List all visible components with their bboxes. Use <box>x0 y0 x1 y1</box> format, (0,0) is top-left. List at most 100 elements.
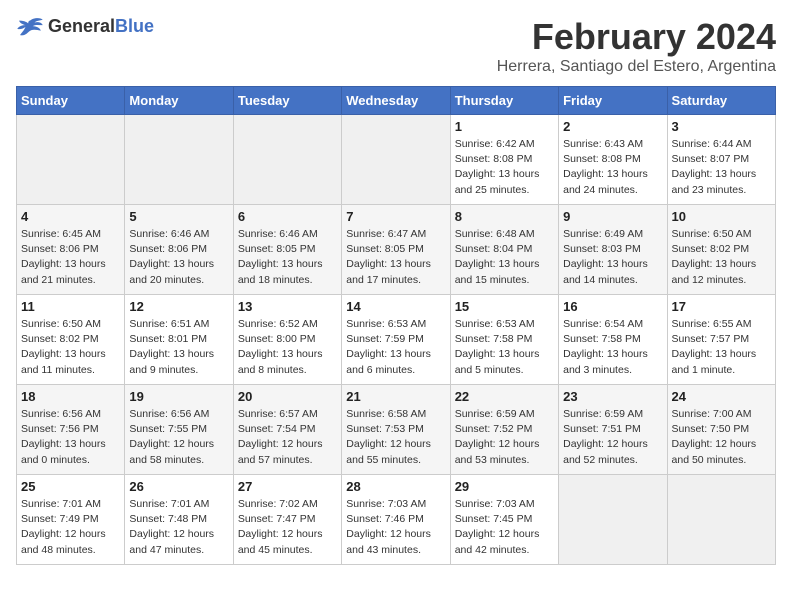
calendar-cell: 2Sunrise: 6:43 AM Sunset: 8:08 PM Daylig… <box>559 115 667 205</box>
day-number: 8 <box>455 209 554 224</box>
day-number: 26 <box>129 479 228 494</box>
day-of-week-header: Monday <box>125 87 233 115</box>
day-number: 28 <box>346 479 445 494</box>
days-header-row: SundayMondayTuesdayWednesdayThursdayFrid… <box>17 87 776 115</box>
header: GeneralBlue February 2024 Herrera, Santi… <box>16 16 776 76</box>
day-info: Sunrise: 6:46 AM Sunset: 8:05 PM Dayligh… <box>238 227 337 288</box>
logo: GeneralBlue <box>16 16 154 37</box>
calendar-cell: 20 Sunrise: 6:57 AM Sunset: 7:54 PM Dayli… <box>233 385 341 475</box>
day-info: Sunrise: 6:51 AM Sunset: 8:01 PM Dayligh… <box>129 317 228 378</box>
day-info: Sunrise: 6:53 AM Sunset: 7:58 PM Dayligh… <box>455 317 554 378</box>
day-of-week-header: Saturday <box>667 87 775 115</box>
day-info: Sunrise: 6:55 AM Sunset: 7:57 PM Dayligh… <box>672 317 771 378</box>
calendar-cell: 11Sunrise: 6:50 AM Sunset: 8:02 PM Dayli… <box>17 295 125 385</box>
calendar-cell: 18 Sunrise: 6:56 AM Sunset: 7:56 PM Dayli… <box>17 385 125 475</box>
calendar-cell: 29 Sunrise: 7:03 AM Sunset: 7:45 PM Dayli… <box>450 475 558 565</box>
day-info: Sunrise: 6:47 AM Sunset: 8:05 PM Dayligh… <box>346 227 445 288</box>
logo-text-blue: Blue <box>115 16 154 36</box>
day-number: 18 <box>21 389 120 404</box>
calendar-cell: 5Sunrise: 6:46 AM Sunset: 8:06 PM Daylig… <box>125 205 233 295</box>
day-of-week-header: Sunday <box>17 87 125 115</box>
calendar-cell: 6 Sunrise: 6:46 AM Sunset: 8:05 PM Daylig… <box>233 205 341 295</box>
day-number: 14 <box>346 299 445 314</box>
day-number: 10 <box>672 209 771 224</box>
day-number: 29 <box>455 479 554 494</box>
calendar-cell: 7Sunrise: 6:47 AM Sunset: 8:05 PM Daylig… <box>342 205 450 295</box>
day-info: Sunrise: 6:59 AM Sunset: 7:51 PM Dayligh… <box>563 407 662 468</box>
day-number: 9 <box>563 209 662 224</box>
day-info: Sunrise: 6:42 AM Sunset: 8:08 PM Dayligh… <box>455 137 554 198</box>
calendar-cell <box>667 475 775 565</box>
day-info: Sunrise: 6:44 AM Sunset: 8:07 PM Dayligh… <box>672 137 771 198</box>
calendar-cell <box>125 115 233 205</box>
calendar-week-row: 18 Sunrise: 6:56 AM Sunset: 7:56 PM Dayli… <box>17 385 776 475</box>
calendar-cell: 27Sunrise: 7:02 AM Sunset: 7:47 PM Dayli… <box>233 475 341 565</box>
calendar-cell: 16 Sunrise: 6:54 AM Sunset: 7:58 PM Dayli… <box>559 295 667 385</box>
calendar-cell: 8Sunrise: 6:48 AM Sunset: 8:04 PM Daylig… <box>450 205 558 295</box>
day-info: Sunrise: 6:49 AM Sunset: 8:03 PM Dayligh… <box>563 227 662 288</box>
calendar-cell: 19 Sunrise: 6:56 AM Sunset: 7:55 PM Dayli… <box>125 385 233 475</box>
calendar-week-row: 25 Sunrise: 7:01 AM Sunset: 7:49 PM Dayli… <box>17 475 776 565</box>
calendar-cell: 22 Sunrise: 6:59 AM Sunset: 7:52 PM Dayli… <box>450 385 558 475</box>
day-info: Sunrise: 7:01 AM Sunset: 7:49 PM Dayligh… <box>21 497 120 558</box>
day-number: 24 <box>672 389 771 404</box>
calendar-week-row: 1 Sunrise: 6:42 AM Sunset: 8:08 PM Daylig… <box>17 115 776 205</box>
day-number: 22 <box>455 389 554 404</box>
title-area: February 2024 Herrera, Santiago del Este… <box>497 16 776 76</box>
day-info: Sunrise: 6:56 AM Sunset: 7:56 PM Dayligh… <box>21 407 120 468</box>
day-number: 6 <box>238 209 337 224</box>
day-of-week-header: Thursday <box>450 87 558 115</box>
calendar-cell <box>17 115 125 205</box>
calendar-header: SundayMondayTuesdayWednesdayThursdayFrid… <box>17 87 776 115</box>
day-info: Sunrise: 7:03 AM Sunset: 7:46 PM Dayligh… <box>346 497 445 558</box>
calendar-cell: 13 Sunrise: 6:52 AM Sunset: 8:00 PM Dayli… <box>233 295 341 385</box>
day-number: 21 <box>346 389 445 404</box>
calendar-cell: 17 Sunrise: 6:55 AM Sunset: 7:57 PM Dayli… <box>667 295 775 385</box>
day-info: Sunrise: 6:52 AM Sunset: 8:00 PM Dayligh… <box>238 317 337 378</box>
calendar-cell: 12 Sunrise: 6:51 AM Sunset: 8:01 PM Dayli… <box>125 295 233 385</box>
day-number: 17 <box>672 299 771 314</box>
day-info: Sunrise: 6:59 AM Sunset: 7:52 PM Dayligh… <box>455 407 554 468</box>
day-number: 19 <box>129 389 228 404</box>
calendar-cell <box>559 475 667 565</box>
day-number: 20 <box>238 389 337 404</box>
logo-bird-icon <box>16 17 44 37</box>
calendar-week-row: 4 Sunrise: 6:45 AM Sunset: 8:06 PM Daylig… <box>17 205 776 295</box>
day-info: Sunrise: 6:43 AM Sunset: 8:08 PM Dayligh… <box>563 137 662 198</box>
calendar-cell: 24 Sunrise: 7:00 AM Sunset: 7:50 PM Dayli… <box>667 385 775 475</box>
day-info: Sunrise: 7:03 AM Sunset: 7:45 PM Dayligh… <box>455 497 554 558</box>
calendar-cell: 23Sunrise: 6:59 AM Sunset: 7:51 PM Dayli… <box>559 385 667 475</box>
day-number: 1 <box>455 119 554 134</box>
calendar-cell <box>233 115 341 205</box>
day-number: 5 <box>129 209 228 224</box>
day-of-week-header: Tuesday <box>233 87 341 115</box>
day-info: Sunrise: 7:01 AM Sunset: 7:48 PM Dayligh… <box>129 497 228 558</box>
day-number: 13 <box>238 299 337 314</box>
calendar-cell: 15 Sunrise: 6:53 AM Sunset: 7:58 PM Dayli… <box>450 295 558 385</box>
calendar-cell: 21Sunrise: 6:58 AM Sunset: 7:53 PM Dayli… <box>342 385 450 475</box>
location-subtitle: Herrera, Santiago del Estero, Argentina <box>497 58 776 76</box>
day-info: Sunrise: 6:57 AM Sunset: 7:54 PM Dayligh… <box>238 407 337 468</box>
day-info: Sunrise: 6:50 AM Sunset: 8:02 PM Dayligh… <box>672 227 771 288</box>
day-number: 3 <box>672 119 771 134</box>
day-number: 11 <box>21 299 120 314</box>
day-info: Sunrise: 7:02 AM Sunset: 7:47 PM Dayligh… <box>238 497 337 558</box>
day-info: Sunrise: 6:53 AM Sunset: 7:59 PM Dayligh… <box>346 317 445 378</box>
day-info: Sunrise: 6:45 AM Sunset: 8:06 PM Dayligh… <box>21 227 120 288</box>
day-number: 15 <box>455 299 554 314</box>
day-info: Sunrise: 6:56 AM Sunset: 7:55 PM Dayligh… <box>129 407 228 468</box>
day-number: 4 <box>21 209 120 224</box>
calendar-cell: 4 Sunrise: 6:45 AM Sunset: 8:06 PM Daylig… <box>17 205 125 295</box>
calendar-cell: 28 Sunrise: 7:03 AM Sunset: 7:46 PM Dayli… <box>342 475 450 565</box>
logo-text-general: General <box>48 16 115 36</box>
calendar-cell: 10 Sunrise: 6:50 AM Sunset: 8:02 PM Dayli… <box>667 205 775 295</box>
calendar-cell <box>342 115 450 205</box>
calendar-cell: 25 Sunrise: 7:01 AM Sunset: 7:49 PM Dayli… <box>17 475 125 565</box>
calendar-body: 1 Sunrise: 6:42 AM Sunset: 8:08 PM Daylig… <box>17 115 776 565</box>
day-number: 12 <box>129 299 228 314</box>
day-number: 25 <box>21 479 120 494</box>
day-info: Sunrise: 7:00 AM Sunset: 7:50 PM Dayligh… <box>672 407 771 468</box>
day-number: 16 <box>563 299 662 314</box>
day-info: Sunrise: 6:54 AM Sunset: 7:58 PM Dayligh… <box>563 317 662 378</box>
day-of-week-header: Friday <box>559 87 667 115</box>
